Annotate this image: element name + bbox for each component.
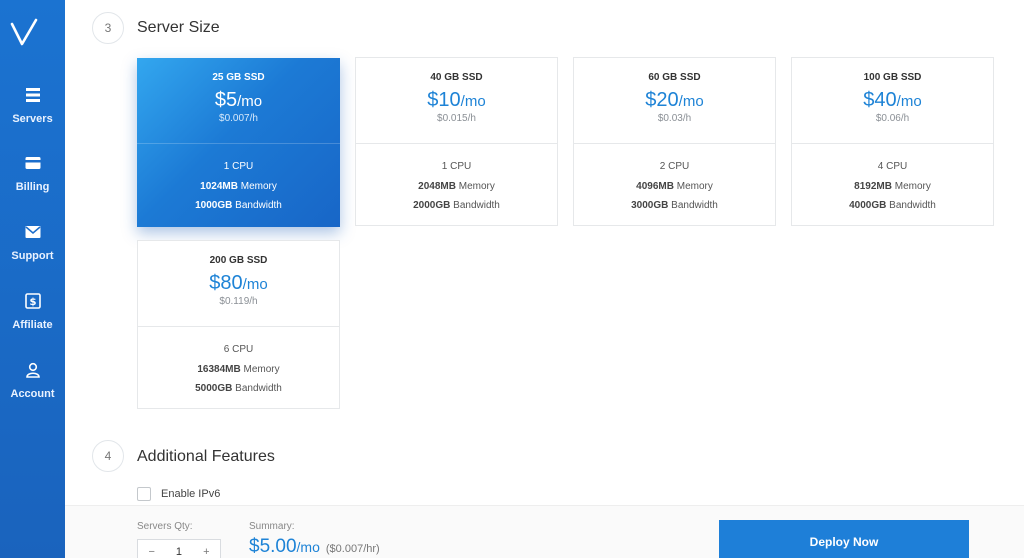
plan-hourly: $0.03/h (657, 113, 692, 124)
plan-card-60gb[interactable]: 60 GB SSD $20/mo $0.03/h 2 CPU 4096MB Me… (573, 57, 776, 226)
sidebar-item-billing[interactable]: Billing (0, 154, 65, 193)
quantity-stepper: − 1 + (137, 539, 221, 558)
plan-price: $5/mo (214, 89, 263, 111)
plan-card-100gb[interactable]: 100 GB SSD $40/mo $0.06/h 4 CPU 8192MB M… (791, 57, 994, 226)
qty-value[interactable]: 1 (165, 546, 192, 558)
summary-price: $5.00/mo ($0.007/hr) (249, 536, 380, 557)
plan-hourly: $0.06/h (875, 113, 910, 124)
plan-bandwidth: 4000GB Bandwidth (849, 200, 936, 211)
ipv6-checkbox[interactable] (137, 487, 151, 501)
sidebar-item-label: Servers (12, 113, 53, 125)
servers-icon (25, 88, 40, 102)
sidebar-item-label: Account (10, 388, 55, 400)
step-number: 3 (92, 12, 124, 44)
plan-storage: 40 GB SSD (430, 72, 483, 83)
sidebar-item-label: Billing (15, 181, 50, 193)
qty-label: Servers Qty: (137, 521, 193, 532)
plan-price: $80/mo (209, 272, 268, 294)
svg-text:$: $ (29, 297, 36, 308)
support-icon (25, 226, 40, 238)
plan-card-25gb[interactable]: 25 GB SSD $5/mo $0.007/h 1 CPU 1024MB Me… (137, 58, 340, 227)
plan-memory: 16384MB Memory (197, 363, 280, 375)
sidebar-item-label: Affiliate (12, 319, 53, 331)
plan-storage: 200 GB SSD (209, 255, 268, 266)
affiliate-icon: $ (24, 293, 41, 309)
plan-hourly: $0.015/h (437, 113, 476, 124)
ipv6-checkbox-label[interactable]: Enable IPv6 (161, 488, 220, 500)
sidebar-item-servers[interactable]: Servers (0, 86, 65, 125)
sidebar-item-support[interactable]: Support (0, 223, 65, 262)
sidebar-item-affiliate[interactable]: $ Affiliate (0, 292, 65, 331)
section-title-server-size: Server Size (137, 19, 220, 36)
plan-cpu: 2 CPU (659, 161, 690, 172)
plan-memory: 8192MB Memory (854, 180, 931, 192)
plan-bandwidth: 3000GB Bandwidth (631, 200, 718, 211)
sidebar: Servers Billing Support $ Affiliate Acco… (0, 0, 65, 558)
plan-memory: 1024MB Memory (200, 180, 277, 192)
plan-price: $10/mo (427, 89, 486, 111)
plan-cpu: 1 CPU (223, 161, 254, 172)
plan-memory: 4096MB Memory (636, 180, 713, 192)
plan-card-40gb[interactable]: 40 GB SSD $10/mo $0.015/h 1 CPU 2048MB M… (355, 57, 558, 226)
billing-icon (25, 157, 40, 169)
plan-cpu: 4 CPU (877, 161, 908, 172)
plan-price: $20/mo (645, 89, 704, 111)
sidebar-item-account[interactable]: Account (0, 361, 65, 400)
qty-increment-button[interactable]: + (193, 546, 220, 558)
plan-hourly: $0.119/h (219, 296, 258, 307)
plan-memory: 2048MB Memory (418, 180, 495, 192)
summary-label: Summary: (249, 521, 295, 532)
account-icon (25, 362, 40, 378)
bottom-bar: Servers Qty: − 1 + Summary: $5.00/mo ($0.… (65, 505, 1024, 558)
plan-bandwidth: 2000GB Bandwidth (413, 200, 500, 211)
plan-hourly: $0.007/h (219, 113, 258, 124)
plan-bandwidth: 1000GB Bandwidth (195, 200, 282, 211)
logo-icon[interactable] (9, 18, 39, 48)
plan-card-200gb[interactable]: 200 GB SSD $80/mo $0.119/h 6 CPU 16384MB… (137, 240, 340, 409)
sidebar-item-label: Support (11, 250, 54, 262)
section-title-additional-features: Additional Features (137, 448, 275, 465)
plan-cpu: 1 CPU (441, 161, 472, 172)
plan-price: $40/mo (863, 89, 922, 111)
qty-decrement-button[interactable]: − (138, 546, 165, 558)
plan-cpu: 6 CPU (223, 344, 254, 355)
step-number: 4 (92, 440, 124, 472)
main-content: 3 Server Size 25 GB SSD $5/mo $0.007/h 1… (65, 0, 1024, 505)
plan-bandwidth: 5000GB Bandwidth (195, 383, 282, 394)
plan-storage: 100 GB SSD (863, 72, 922, 83)
deploy-now-button[interactable]: Deploy Now (719, 520, 969, 558)
plan-storage: 25 GB SSD (212, 72, 265, 83)
plan-storage: 60 GB SSD (648, 72, 701, 83)
